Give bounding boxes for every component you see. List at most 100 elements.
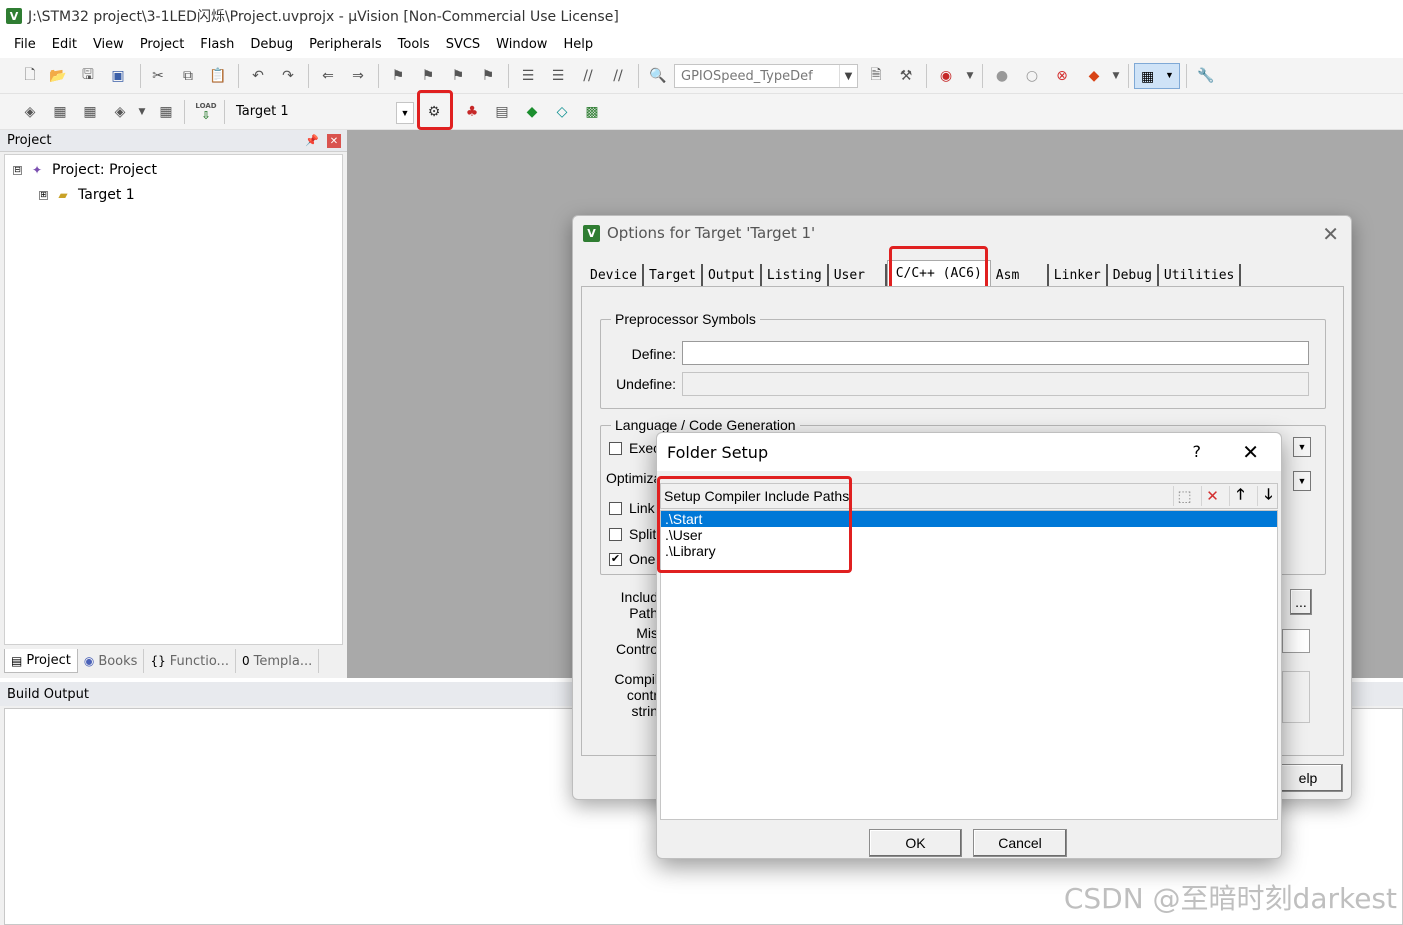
misc-controls-label-2: Contro — [615, 641, 658, 657]
clear-bookmarks-icon[interactable]: ⚑ — [478, 66, 498, 86]
pack-installer-icon[interactable]: ▩ — [582, 102, 602, 122]
cut-icon[interactable]: ✂ — [148, 66, 168, 86]
tab-debug[interactable]: Debug — [1108, 264, 1159, 286]
build-icon[interactable]: ▦ — [50, 102, 70, 122]
close-icon[interactable]: ✕ — [327, 134, 341, 148]
tab-user[interactable]: User — [829, 264, 887, 286]
help-icon[interactable]: ? — [1193, 442, 1202, 461]
menu-tools[interactable]: Tools — [390, 37, 438, 52]
chevron-down-icon[interactable]: ▼ — [960, 66, 980, 86]
menu-help[interactable]: Help — [555, 37, 601, 52]
chevron-down-icon[interactable]: ▼ — [132, 102, 152, 122]
tab-functions[interactable]: {} Functio... — [144, 649, 236, 673]
move-down-icon[interactable]: 🡓 — [1257, 485, 1279, 506]
tab-project[interactable]: ▤ Project — [4, 649, 78, 673]
manage-rte-icon[interactable]: ◆ — [522, 102, 542, 122]
incremental-find-icon[interactable]: 🗎 — [866, 66, 886, 86]
navigate-forward-icon[interactable]: ⇒ — [348, 66, 368, 86]
comment-icon[interactable]: // — [578, 66, 598, 86]
menu-edit[interactable]: Edit — [44, 37, 85, 52]
prev-bookmark-icon[interactable]: ⚑ — [418, 66, 438, 86]
chevron-down-icon[interactable]: ▼ — [1293, 437, 1311, 457]
move-up-icon[interactable]: 🡑 — [1229, 485, 1251, 506]
tab-linker[interactable]: Linker — [1049, 264, 1108, 286]
select-packs-icon[interactable]: ◇ — [552, 102, 572, 122]
translate-icon[interactable]: ◈ — [20, 102, 40, 122]
ok-button[interactable]: OK — [869, 829, 962, 857]
menu-flash[interactable]: Flash — [192, 37, 242, 52]
tab-utilities[interactable]: Utilities — [1159, 264, 1242, 286]
breakpoint-icon[interactable]: ● — [992, 66, 1012, 86]
tab-templates[interactable]: 0 Templa... — [236, 649, 320, 673]
load-download-icon[interactable]: LOAD ⇩ — [195, 102, 216, 122]
expand-icon[interactable]: ⊞ — [39, 190, 48, 200]
menu-project[interactable]: Project — [132, 37, 192, 52]
disable-breakpoint-icon[interactable]: ○ — [1022, 66, 1042, 86]
file-extensions-icon[interactable]: ▤ — [492, 102, 512, 122]
menu-debug[interactable]: Debug — [242, 37, 301, 52]
save-all-icon[interactable]: ▣ — [108, 66, 128, 86]
pin-icon[interactable]: 📌 — [305, 134, 319, 147]
target-combo-dropdown[interactable]: ▼ — [396, 102, 414, 124]
project-panel-header: Project 📌 ✕ — [0, 130, 347, 152]
tab-output[interactable]: Output — [703, 264, 762, 286]
link-time-checkbox[interactable] — [609, 502, 622, 515]
rebuild-icon[interactable]: ▦ — [80, 102, 100, 122]
split-sections-checkbox[interactable] — [609, 528, 622, 541]
menu-file[interactable]: File — [6, 37, 44, 52]
unindent-icon[interactable]: ☰ — [548, 66, 568, 86]
menu-svcs[interactable]: SVCS — [438, 37, 488, 52]
debug-session-icon[interactable]: ◉ — [936, 66, 956, 86]
uvision-app-icon: V — [583, 224, 600, 242]
new-file-icon[interactable]: 🗋 — [20, 66, 40, 86]
uncomment-icon[interactable]: // — [608, 66, 628, 86]
tree-item-target[interactable]: ⊞ ▰ Target 1 — [39, 187, 135, 203]
tab-listing[interactable]: Listing — [762, 264, 829, 286]
tab-books[interactable]: ◉ Books — [78, 649, 145, 673]
breakpoint-options-icon[interactable]: ◆ — [1084, 66, 1104, 86]
tab-target[interactable]: Target — [644, 264, 703, 286]
indent-icon[interactable]: ☰ — [518, 66, 538, 86]
redo-icon[interactable]: ↷ — [278, 66, 298, 86]
close-icon[interactable]: ✕ — [1322, 222, 1339, 246]
copy-icon[interactable]: ⧉ — [178, 66, 198, 86]
menu-view[interactable]: View — [85, 37, 132, 52]
undo-icon[interactable]: ↶ — [248, 66, 268, 86]
delete-icon[interactable]: ✕ — [1201, 486, 1223, 506]
undefine-input[interactable] — [682, 372, 1309, 396]
chevron-down-icon[interactable]: ▼ — [1106, 66, 1126, 86]
cancel-button[interactable]: Cancel — [973, 829, 1067, 857]
close-icon[interactable]: ✕ — [1242, 440, 1259, 464]
tab-device[interactable]: Device — [585, 264, 644, 286]
menu-peripherals[interactable]: Peripherals — [301, 37, 390, 52]
tree-item-project[interactable]: ⊟ ✦ Project: Project — [13, 162, 157, 178]
find-in-files-icon[interactable]: 🔍 — [648, 66, 668, 86]
manage-project-items-icon[interactable]: ♣ — [462, 102, 482, 122]
stop-build-icon[interactable]: ▦ — [156, 102, 176, 122]
chevron-down-icon[interactable]: ▼ — [839, 65, 857, 87]
chevron-down-icon[interactable]: ▼ — [1293, 471, 1311, 491]
paste-icon[interactable]: 📋 — [208, 66, 228, 86]
tab-asm[interactable]: Asm — [991, 264, 1049, 286]
execute-only-checkbox[interactable] — [609, 442, 622, 455]
menu-window[interactable]: Window — [488, 37, 555, 52]
save-icon[interactable]: 🖫 — [78, 66, 98, 86]
one-elf-checkbox[interactable]: ✔ — [609, 553, 622, 566]
configure-wrench-icon[interactable]: 🔧 — [1196, 66, 1216, 86]
new-folder-icon[interactable]: ⬚ — [1173, 486, 1195, 506]
misc-controls-input[interactable] — [1282, 629, 1310, 653]
collapse-icon[interactable]: ⊟ — [13, 165, 22, 175]
browse-include-paths-button[interactable]: ... — [1290, 589, 1312, 615]
next-bookmark-icon[interactable]: ⚑ — [448, 66, 468, 86]
find-tool-icon[interactable]: ⚒ — [896, 66, 916, 86]
window-layout-button[interactable]: ▦ ▼ — [1134, 63, 1180, 89]
open-folder-icon[interactable]: 📂 — [48, 66, 68, 86]
find-combo[interactable]: GPIOSpeed_TypeDef ▼ — [674, 64, 858, 88]
compiler-control-label-2: contr — [626, 687, 658, 703]
batch-build-icon[interactable]: ◈ — [110, 102, 130, 122]
define-input[interactable] — [682, 341, 1309, 365]
kill-breakpoints-icon[interactable]: ⊗ — [1052, 66, 1072, 86]
help-button[interactable]: elp — [1273, 764, 1343, 792]
bookmark-icon[interactable]: ⚑ — [388, 66, 408, 86]
navigate-back-icon[interactable]: ⇐ — [318, 66, 338, 86]
